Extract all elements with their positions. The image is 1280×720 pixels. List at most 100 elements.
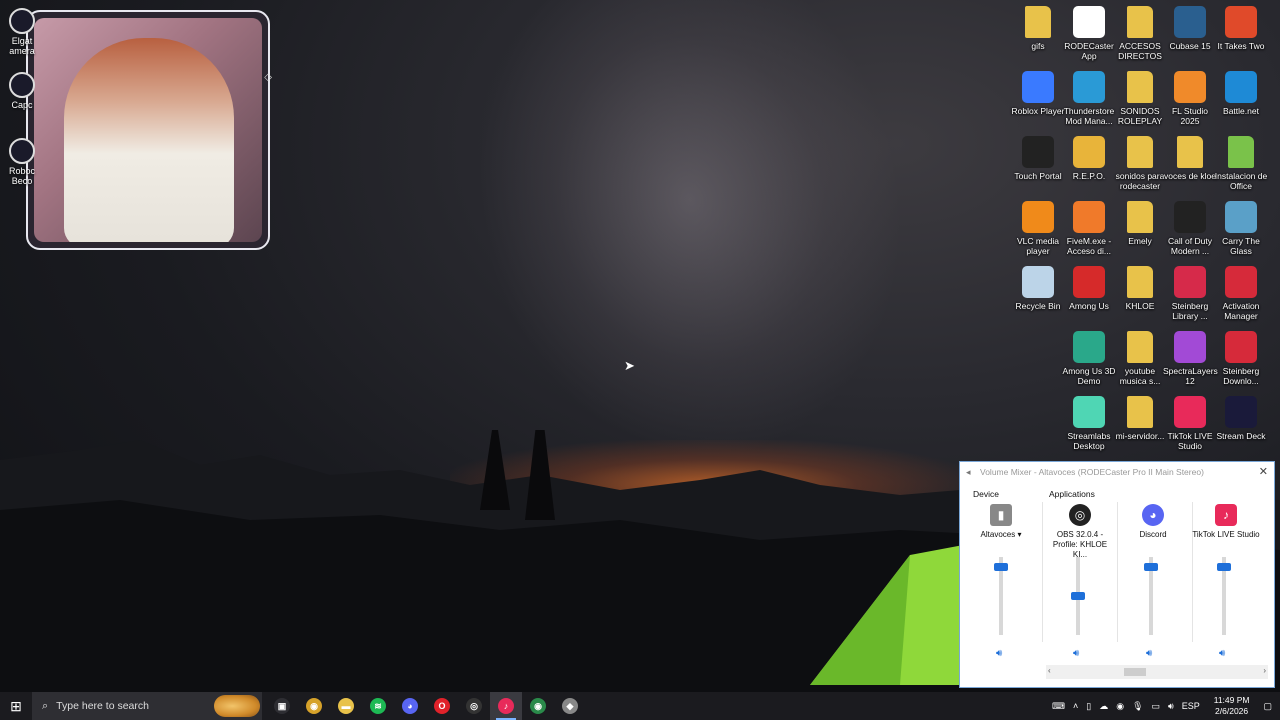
folder-icon (1025, 6, 1051, 38)
volume-icon[interactable]: 🔊︎ (1168, 701, 1174, 712)
desktop-icon[interactable]: VLC media player (1011, 201, 1065, 256)
desktop-icon[interactable]: gifs (1011, 6, 1065, 51)
desktop-icon[interactable]: It Takes Two (1214, 6, 1268, 51)
desktop-icon[interactable]: Roblox Player (1011, 71, 1065, 116)
taskbar-app[interactable]: ≋ (362, 692, 394, 720)
speaker-icon: ◂ (966, 467, 971, 477)
app-label-discord: Discord (1139, 530, 1167, 539)
search-highlight-icon[interactable] (214, 695, 260, 717)
desktop-icon[interactable]: Call of Duty Modern ... (1163, 201, 1217, 256)
edge-icon-capcut[interactable]: Capc (6, 72, 38, 110)
desktop-icon[interactable]: Touch Portal (1011, 136, 1065, 181)
scroll-left-icon[interactable]: ‹ (1048, 666, 1051, 675)
cloud-icon[interactable]: ☁ (1099, 701, 1108, 712)
volume-mixer-window[interactable]: ◂ Volume Mixer - Altavoces (RODECaster P… (959, 461, 1275, 688)
desktop-icon[interactable]: Stream Deck (1214, 396, 1268, 441)
taskbar-app[interactable]: ♪ (490, 692, 522, 720)
device-volume-slider[interactable] (991, 557, 1011, 637)
spectralayers-icon (1174, 331, 1206, 363)
desktop-icon-label: SpectraLayers 12 (1163, 366, 1218, 386)
folder-icon (1228, 136, 1254, 168)
desktop-icon[interactable]: Carry The Glass (1214, 201, 1268, 256)
mute-obs-icon[interactable]: 🔊︎ (1073, 648, 1079, 659)
desktop-icon[interactable]: Instalacion de Office (1214, 136, 1268, 191)
desktop-icon[interactable]: RODECaster App (1062, 6, 1116, 61)
desktop-icon[interactable]: SpectraLayers 12 (1163, 331, 1218, 386)
slider-thumb[interactable] (994, 562, 1008, 571)
taskbar-app[interactable]: ▬ (330, 692, 362, 720)
desktop-icon-label: Stream Deck (1216, 431, 1266, 441)
desktop-icon[interactable]: mi-servidor... (1113, 396, 1167, 441)
desktop-icon[interactable]: TikTok LIVE Studio (1163, 396, 1217, 451)
taskbar-app[interactable]: ◉ (298, 692, 330, 720)
mute-discord-icon[interactable]: 🔊︎ (1146, 648, 1152, 659)
device-select[interactable]: Altavoces ▾ (966, 530, 1036, 552)
tiktok-volume-slider[interactable] (1214, 557, 1234, 637)
desktop-icon[interactable]: Steinberg Downlo... (1214, 331, 1268, 386)
mute-tiktok-icon[interactable]: 🔊︎ (1219, 648, 1225, 659)
discord-volume-slider[interactable] (1141, 557, 1161, 637)
desktop-icon[interactable]: Activation Manager (1214, 266, 1268, 321)
language-indicator[interactable]: ESP (1182, 701, 1200, 711)
desktop-icon[interactable]: Streamlabs Desktop (1062, 396, 1116, 451)
desktop-icon-label: youtube musica s... (1119, 366, 1161, 386)
edge-icon-app[interactable]: Roboc Beco (6, 138, 38, 186)
edge-icon-elgato[interactable]: Elgat amera (6, 8, 38, 56)
folder-icon (1127, 71, 1153, 103)
slider-thumb[interactable] (1071, 592, 1085, 600)
start-button[interactable]: ⊞ (0, 692, 32, 720)
clock[interactable]: 11:49 PM 2/6/2026 (1214, 695, 1250, 717)
mixer-titlebar[interactable]: ◂ Volume Mixer - Altavoces (RODECaster P… (960, 462, 1274, 482)
taskbar-app[interactable]: ◆ (554, 692, 586, 720)
desktop-icon[interactable]: Thunderstore Mod Mana... (1062, 71, 1116, 126)
desktop-icon[interactable]: ACCESOS DIRECTOS (1113, 6, 1167, 61)
desktop-icon[interactable]: Recycle Bin (1011, 266, 1065, 311)
desktop-icon[interactable]: youtube musica s... (1113, 331, 1167, 386)
desktop-icon[interactable]: voces de kloe (1163, 136, 1217, 181)
desktop-icon[interactable]: Among Us 3D Demo (1062, 331, 1116, 386)
webcam-overlay: ◇ (26, 10, 272, 250)
keyboard-icon[interactable]: ⌨ (1052, 701, 1065, 712)
desktop-icon[interactable]: Emely (1113, 201, 1167, 246)
desktop-icon-label: FL Studio 2025 (1171, 106, 1209, 126)
desktop-icon[interactable]: Cubase 15 (1163, 6, 1217, 51)
tiktok-icon: ♪ (1215, 504, 1237, 526)
desktop-icon-label: Thunderstore Mod Mana... (1063, 106, 1115, 126)
search-icon: ⌕ (42, 699, 49, 712)
security-icon[interactable]: ◉ (1116, 701, 1124, 712)
slider-thumb[interactable] (1217, 562, 1231, 571)
thunderstore-icon (1073, 71, 1105, 103)
desktop-icon-label: Activation Manager (1222, 301, 1260, 321)
tray-app-icon[interactable]: ▯ (1086, 701, 1091, 712)
amongus-icon (1073, 266, 1105, 298)
taskbar-app[interactable]: ▣ (266, 692, 298, 720)
notifications-icon[interactable]: ▢ (1263, 701, 1272, 712)
taskbar-app[interactable]: ◉ (522, 692, 554, 720)
mixer-horizontal-scrollbar[interactable]: ‹ › (1046, 665, 1268, 679)
desktop-icon[interactable]: Battle.net (1214, 71, 1268, 116)
desktop-icon-label: R.E.P.O. (1072, 171, 1106, 181)
desktop-icon[interactable]: sonidos para rodecaster (1113, 136, 1167, 191)
obs-volume-slider[interactable] (1068, 557, 1088, 637)
close-icon[interactable]: ✕ (1259, 465, 1268, 478)
scroll-right-icon[interactable]: › (1263, 666, 1266, 675)
desktop-icon[interactable]: Steinberg Library ... (1163, 266, 1217, 321)
microphone-icon[interactable]: 🎙︎ (1132, 701, 1143, 712)
taskbar-app[interactable]: ◎ (458, 692, 490, 720)
desktop-icon[interactable]: FL Studio 2025 (1163, 71, 1217, 126)
desktop-icon[interactable]: Among Us (1062, 266, 1116, 311)
roblox-icon (1022, 71, 1054, 103)
scrollbar-thumb[interactable] (1124, 668, 1146, 676)
mute-device-icon[interactable]: 🔊︎ (996, 648, 1002, 659)
desktop-icon[interactable]: SONIDOS ROLEPLAY (1113, 71, 1167, 126)
taskbar-app[interactable]: ◕ (394, 692, 426, 720)
chevron-up-icon[interactable]: ˄ (1073, 701, 1078, 711)
desktop-icon[interactable]: R.E.P.O. (1062, 136, 1116, 181)
desktop-icon[interactable]: KHLOE (1113, 266, 1167, 311)
network-icon[interactable]: ▭ (1152, 701, 1161, 712)
slider-thumb[interactable] (1144, 562, 1158, 571)
taskbar-search-box[interactable]: ⌕ Type here to search (32, 692, 262, 720)
vlc-icon (1022, 201, 1054, 233)
taskbar-app[interactable]: O (426, 692, 458, 720)
desktop-icon[interactable]: FiveM.exe - Acceso di... (1062, 201, 1116, 256)
